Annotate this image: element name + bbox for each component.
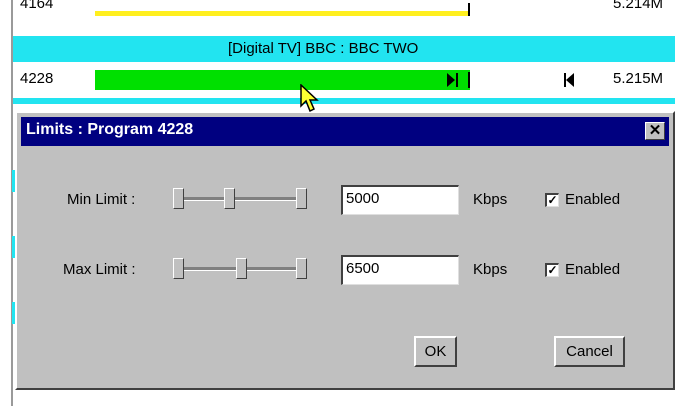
max-enabled-checkbox[interactable]: ✓ — [545, 263, 559, 277]
max-marker-line — [456, 73, 458, 87]
bitrate-bar-4228[interactable] — [95, 70, 470, 90]
min-enabled-label[interactable]: Enabled — [565, 191, 620, 208]
dialog-title: Limits : Program 4228 — [26, 121, 194, 138]
min-slider-end-left — [173, 188, 184, 209]
pid-label-4164: 4164 — [20, 0, 54, 12]
max-unit-label: Kbps — [473, 261, 508, 278]
min-limit-label: Min Limit : — [67, 191, 136, 208]
bitrate-bar-4164 — [95, 11, 470, 16]
service-header[interactable]: [Digital TV] BBC : BBC TWO — [13, 36, 675, 62]
service-name: [Digital TV] BBC : BBC TWO — [228, 40, 419, 57]
cancel-button[interactable]: Cancel — [554, 336, 625, 367]
max-slider-thumb[interactable] — [236, 258, 247, 279]
max-slider-end-left — [173, 258, 184, 279]
min-marker-icon — [566, 73, 574, 87]
dialog-titlebar[interactable]: Limits : Program 4228 ✕ — [21, 117, 669, 146]
min-unit-label: Kbps — [473, 191, 508, 208]
bitrate-value-4164: 5.214M — [613, 0, 664, 12]
bitrate-marker-4164 — [468, 3, 470, 16]
close-icon: ✕ — [648, 122, 662, 139]
min-enabled-checkbox[interactable]: ✓ — [545, 193, 559, 207]
ok-button[interactable]: OK — [414, 336, 457, 367]
max-enabled-label[interactable]: Enabled — [565, 261, 620, 278]
close-button[interactable]: ✕ — [645, 122, 665, 140]
pid-label-4228: 4228 — [20, 70, 54, 87]
min-slider-end-right — [296, 188, 307, 209]
mouse-cursor-icon — [300, 84, 319, 113]
bitrate-end-tick — [468, 72, 470, 88]
limits-dialog: Limits : Program 4228 ✕ Min Limit : 5000… — [15, 111, 675, 390]
max-limit-label: Max Limit : — [63, 261, 136, 278]
bitrate-value-4228: 5.215M — [613, 70, 664, 87]
max-marker-icon — [447, 73, 455, 87]
min-slider-thumb[interactable] — [224, 188, 235, 209]
row-divider — [13, 98, 675, 104]
min-slider-track — [184, 197, 296, 201]
min-limit-input[interactable]: 5000 — [341, 185, 459, 215]
max-limit-input[interactable]: 6500 — [341, 255, 459, 285]
max-slider-end-right — [296, 258, 307, 279]
